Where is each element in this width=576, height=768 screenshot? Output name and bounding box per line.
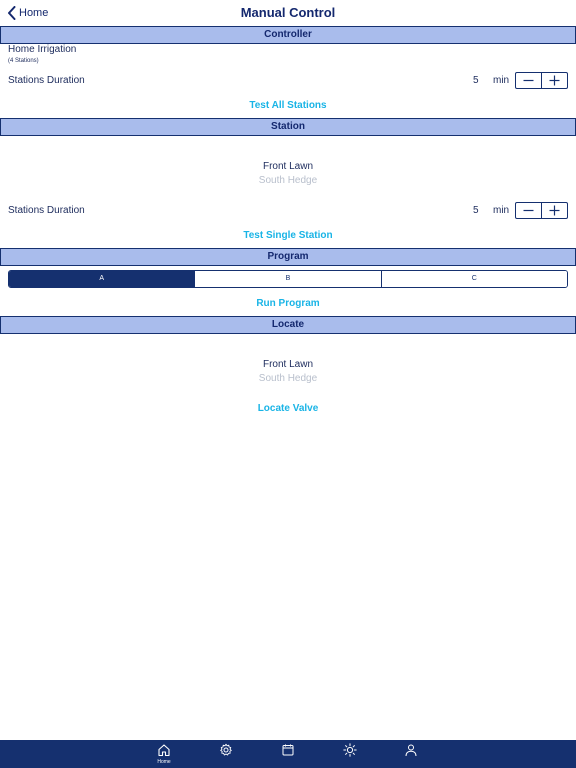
home-icon xyxy=(158,744,170,757)
duration-label: Stations Duration xyxy=(8,205,85,216)
section-header-locate: Locate xyxy=(0,316,576,334)
tab-weather[interactable] xyxy=(335,740,365,768)
increment-button[interactable] xyxy=(541,203,567,218)
duration-stepper xyxy=(515,202,568,219)
program-segmented-control: A B C xyxy=(8,270,568,288)
sun-icon xyxy=(343,743,357,757)
navigation-bar: Home Manual Control xyxy=(0,0,576,25)
program-option-b[interactable]: B xyxy=(194,271,381,287)
duration-unit: min xyxy=(493,205,510,216)
plus-icon xyxy=(549,75,560,86)
duration-stepper xyxy=(515,72,568,89)
locate-picker-selected[interactable]: Front Lawn xyxy=(0,359,576,370)
minus-icon xyxy=(523,209,534,212)
section-header-controller: Controller xyxy=(0,26,576,44)
tab-settings[interactable] xyxy=(211,740,241,768)
page-title: Manual Control xyxy=(240,5,336,20)
controller-stations-count: (4 Stations) xyxy=(8,58,39,64)
tab-account[interactable] xyxy=(396,740,426,768)
locate-picker-next[interactable]: South Hedge xyxy=(0,373,576,384)
section-header-program: Program xyxy=(0,248,576,266)
plus-icon xyxy=(549,205,560,216)
decrement-button[interactable] xyxy=(516,203,541,218)
increment-button[interactable] xyxy=(541,73,567,88)
station-picker-selected[interactable]: Front Lawn xyxy=(0,161,576,172)
tab-home[interactable]: Home xyxy=(149,740,179,768)
controller-duration-row: Stations Duration 5 min xyxy=(0,72,576,90)
program-option-a[interactable]: A xyxy=(9,271,195,287)
test-all-stations-button[interactable]: Test All Stations xyxy=(0,100,576,111)
duration-unit: min xyxy=(493,75,510,86)
tab-bar: Home xyxy=(0,740,576,768)
station-picker-next[interactable]: South Hedge xyxy=(0,175,576,186)
minus-icon xyxy=(523,79,534,82)
test-single-station-button[interactable]: Test Single Station xyxy=(0,230,576,241)
tab-schedule[interactable] xyxy=(273,740,303,768)
tab-label: Home xyxy=(157,759,171,765)
user-icon xyxy=(405,744,417,757)
gear-icon xyxy=(220,743,232,756)
duration-value: 5 xyxy=(473,205,479,216)
decrement-button[interactable] xyxy=(516,73,541,88)
duration-label: Stations Duration xyxy=(8,75,85,86)
calendar-icon xyxy=(282,744,294,756)
locate-valve-button[interactable]: Locate Valve xyxy=(0,403,576,414)
duration-value: 5 xyxy=(473,75,479,86)
section-header-station: Station xyxy=(0,118,576,136)
run-program-button[interactable]: Run Program xyxy=(0,298,576,309)
station-duration-row: Stations Duration 5 min xyxy=(0,202,576,220)
program-option-c[interactable]: C xyxy=(380,271,567,287)
controller-name: Home Irrigation xyxy=(8,44,77,55)
